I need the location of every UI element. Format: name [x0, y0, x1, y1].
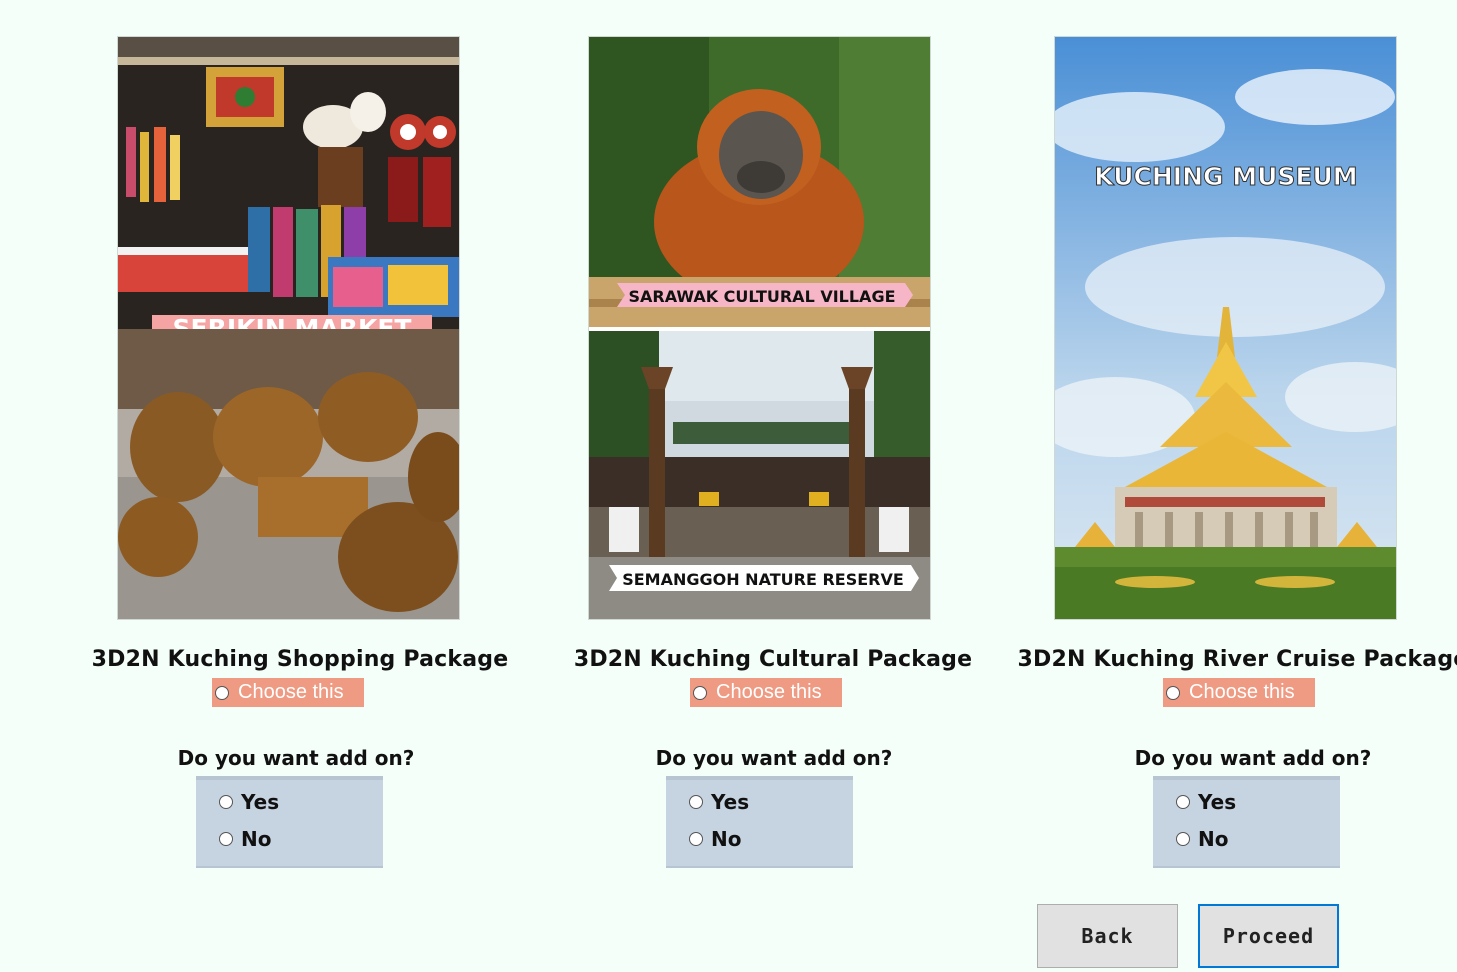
- semanggoh-nature-reserve-label: SEMANGGOH NATURE RESERVE: [622, 570, 904, 589]
- radio-icon[interactable]: [689, 832, 703, 846]
- shopping-addon-question: Do you want add on?: [177, 746, 415, 770]
- choose-shopping-package-radio[interactable]: Choose this: [212, 678, 364, 707]
- radio-icon[interactable]: [215, 685, 229, 700]
- shopping-addon-group: Yes No: [196, 776, 383, 868]
- package-selection-page: SERIKIN MARKET SARAWAK CULTURAL VILLAGE …: [0, 0, 1457, 972]
- cultural-package-title: 3D2N Kuching Cultural Package: [573, 647, 973, 672]
- radio-icon[interactable]: [219, 832, 233, 846]
- radio-icon[interactable]: [1166, 685, 1180, 700]
- addon-yes-label: Yes: [241, 790, 280, 814]
- cultural-package-poster: SARAWAK CULTURAL VILLAGE SEMANGGOH NATUR…: [588, 36, 931, 620]
- sarawak-cultural-village-label: SARAWAK CULTURAL VILLAGE: [629, 287, 896, 306]
- serikin-market-image: SERIKIN MARKET: [118, 37, 459, 619]
- choose-river-cruise-package-radio[interactable]: Choose this: [1163, 678, 1315, 707]
- choose-label: Choose this: [716, 681, 822, 703]
- addon-yes-radio[interactable]: Yes: [219, 790, 279, 814]
- addon-no-radio[interactable]: No: [689, 827, 741, 851]
- addon-yes-radio[interactable]: Yes: [1176, 790, 1236, 814]
- radio-icon[interactable]: [689, 795, 703, 809]
- radio-icon[interactable]: [693, 685, 707, 700]
- addon-no-radio[interactable]: No: [219, 827, 271, 851]
- addon-no-label: No: [1198, 827, 1229, 851]
- addon-yes-label: Yes: [711, 790, 750, 814]
- shopping-package-title: 3D2N Kuching Shopping Package: [91, 647, 509, 672]
- kuching-museum-image: KUCHING MUSEUM: [1055, 37, 1396, 619]
- addon-no-label: No: [241, 827, 272, 851]
- choose-cultural-package-radio[interactable]: Choose this: [690, 678, 842, 707]
- cultural-addon-question: Do you want add on?: [655, 746, 893, 770]
- cultural-addon-group: Yes No: [666, 776, 853, 868]
- radio-icon[interactable]: [1176, 832, 1190, 846]
- choose-label: Choose this: [1189, 681, 1295, 703]
- shopping-package-poster: SERIKIN MARKET: [117, 36, 460, 620]
- radio-icon[interactable]: [1176, 795, 1190, 809]
- river-cruise-package-title: 3D2N Kuching River Cruise Package: [1017, 647, 1457, 672]
- addon-yes-radio[interactable]: Yes: [689, 790, 749, 814]
- cultural-village-image: SARAWAK CULTURAL VILLAGE SEMANGGOH NATUR…: [589, 37, 930, 619]
- addon-yes-label: Yes: [1198, 790, 1237, 814]
- river-cruise-package-poster: KUCHING MUSEUM: [1054, 36, 1397, 620]
- proceed-button[interactable]: Proceed: [1198, 904, 1339, 968]
- radio-icon[interactable]: [219, 795, 233, 809]
- back-button[interactable]: Back: [1037, 904, 1178, 968]
- river-cruise-addon-question: Do you want add on?: [1134, 746, 1372, 770]
- addon-no-radio[interactable]: No: [1176, 827, 1228, 851]
- river-cruise-addon-group: Yes No: [1153, 776, 1340, 868]
- kuching-museum-label: KUCHING MUSEUM: [1094, 162, 1357, 191]
- choose-label: Choose this: [238, 681, 344, 703]
- addon-no-label: No: [711, 827, 742, 851]
